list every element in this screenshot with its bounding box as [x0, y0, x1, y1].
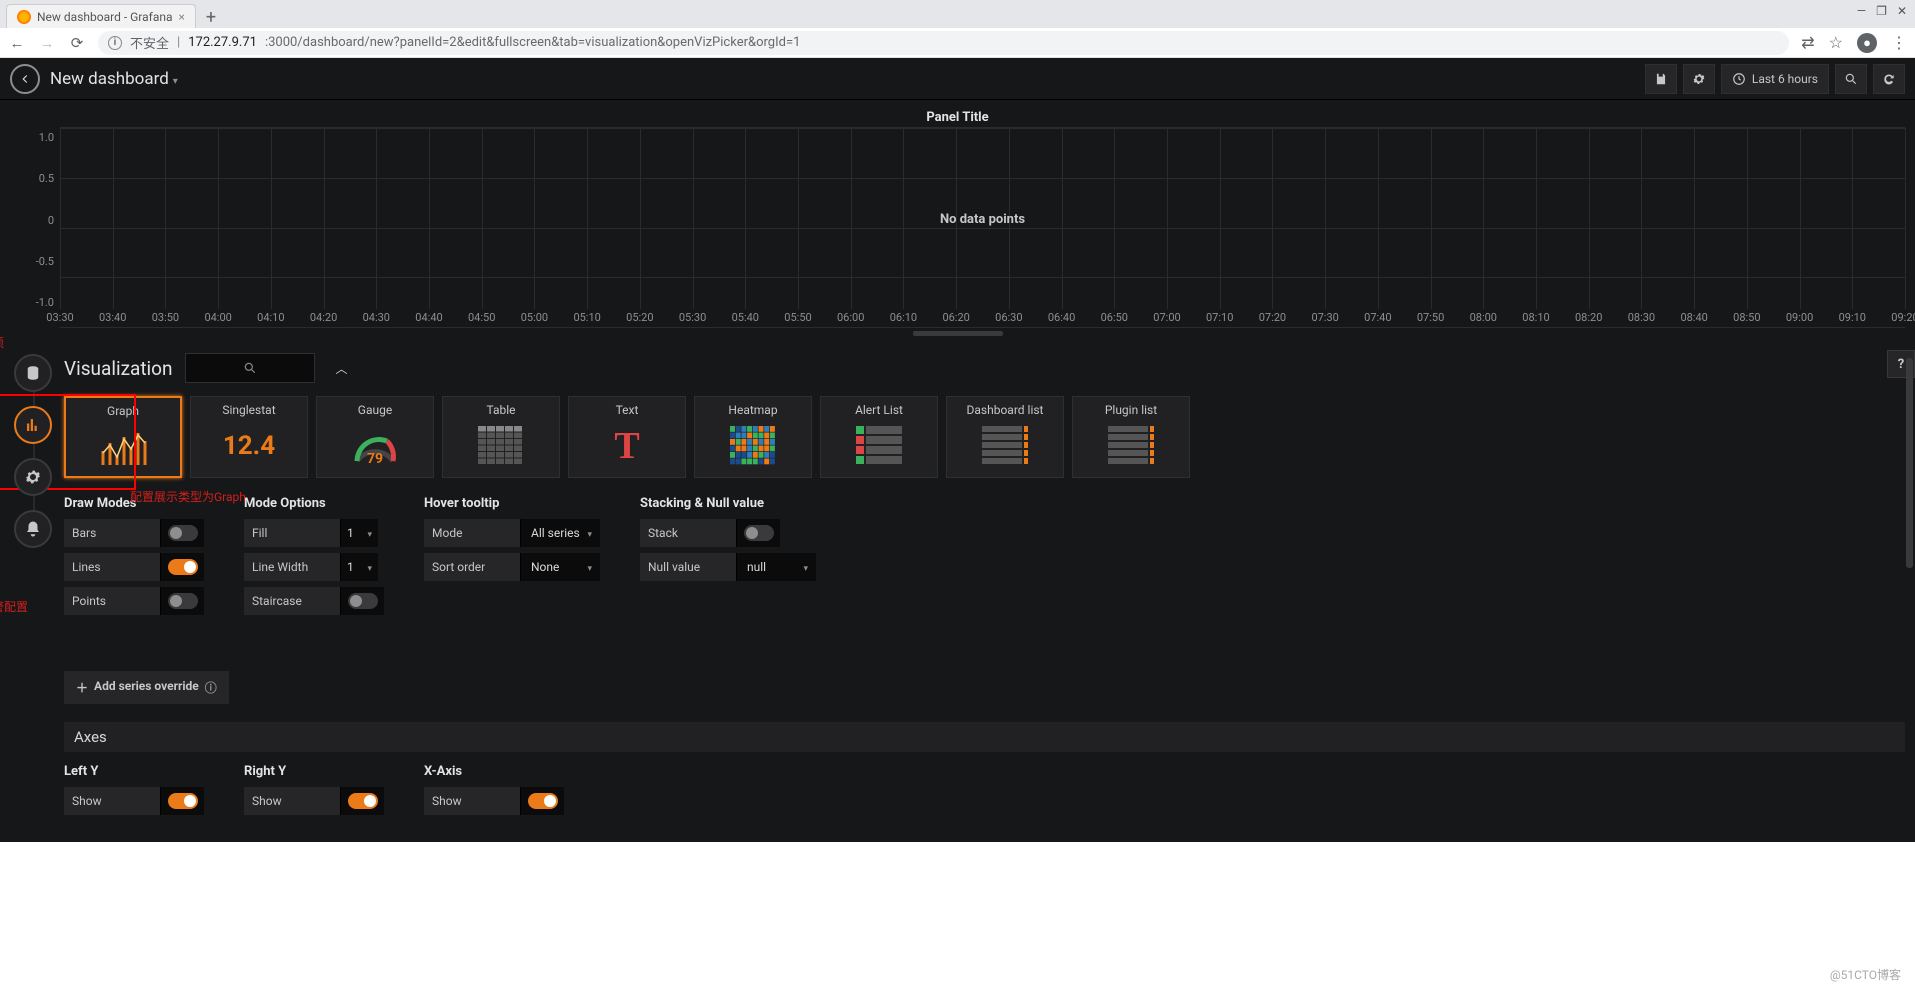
bookmark-icon[interactable]: ☆ [1829, 33, 1843, 52]
url-rest: :3000/dashboard/new?panelId=2&edit&fulls… [265, 35, 800, 50]
time-range-button[interactable]: Last 6 hours [1721, 64, 1829, 94]
lefty-show-switch[interactable] [168, 793, 198, 809]
viz-option-gauge[interactable]: Gauge79 [316, 396, 434, 478]
axes-header: Axes [64, 722, 1905, 752]
settings-button[interactable] [1683, 64, 1715, 94]
vertical-scrollbar[interactable] [1906, 358, 1913, 568]
panel-title[interactable]: Panel Title [10, 106, 1905, 127]
fill-select[interactable]: 1 [340, 519, 378, 547]
righty-show-switch[interactable] [348, 793, 378, 809]
xaxis-show-switch[interactable] [528, 793, 558, 809]
viz-option-table[interactable]: Table [442, 396, 560, 478]
viz-option-heatmap[interactable]: Heatmap [694, 396, 812, 478]
editor-side-tabs [10, 348, 56, 548]
x-axis: 03:3003:4003:5004:0004:1004:2004:3004:40… [60, 311, 1905, 327]
browser-toolbar: ← → ⟳ i 不安全 | 172.27.9.71:3000/dashboard… [0, 28, 1915, 58]
window-controls: — ❐ ✕ [1857, 4, 1907, 18]
points-switch[interactable] [168, 593, 198, 609]
tab-queries[interactable] [14, 354, 52, 392]
profile-avatar-icon[interactable]: ● [1857, 33, 1877, 53]
hover-tooltip-group: Hover tooltip ModeAll series Sort orderN… [424, 496, 600, 621]
viz-option-text[interactable]: TextT [568, 396, 686, 478]
viz-option-plugin-list[interactable]: Plugin list [1072, 396, 1190, 478]
dashboard-topbar: New dashboard Last 6 hours [0, 58, 1915, 100]
address-bar[interactable]: i 不安全 | 172.27.9.71:3000/dashboard/new?p… [98, 31, 1789, 55]
viz-option-singlestat[interactable]: Singlestat12.4 [190, 396, 308, 478]
site-info-icon[interactable]: i [108, 36, 122, 50]
chart: 1.00.50-0.5-1.0 No data points 03:3003:4… [10, 127, 1905, 327]
watermark: @51CTO博客 [1830, 966, 1901, 983]
back-button[interactable] [10, 64, 40, 94]
url-host: 172.27.9.71 [188, 35, 257, 50]
forward-icon[interactable]: → [38, 34, 56, 52]
viz-picker: GraphSinglestat12.4Gauge79TableTextTHeat… [64, 396, 1905, 478]
grafana-app: New dashboard Last 6 hours Panel Title 1… [0, 58, 1915, 842]
resize-handle[interactable] [913, 331, 1003, 336]
staircase-switch[interactable] [348, 593, 378, 609]
tab-title: New dashboard - Grafana [37, 10, 173, 24]
browser-tab-strip: New dashboard - Grafana × + — ❐ ✕ [0, 0, 1915, 28]
tab-alert[interactable] [14, 510, 52, 548]
bars-switch[interactable] [168, 525, 198, 541]
stack-switch[interactable] [744, 525, 774, 541]
favicon-icon [17, 10, 31, 24]
linewidth-select[interactable]: 1 [340, 553, 378, 581]
save-button[interactable] [1645, 64, 1677, 94]
window-minimize-button[interactable]: — [1857, 4, 1866, 18]
zoom-out-button[interactable] [1835, 64, 1867, 94]
plot-area[interactable]: No data points 03:3003:4003:5004:0004:10… [60, 127, 1905, 327]
stacking-group: Stacking & Null value Stack Null valuenu… [640, 496, 816, 621]
nullvalue-select[interactable]: null [736, 553, 816, 581]
info-icon: ⓘ [205, 679, 217, 696]
no-data-label: No data points [60, 212, 1905, 227]
viz-search-input[interactable] [185, 353, 315, 383]
y-axis: 1.00.50-0.5-1.0 [10, 127, 60, 327]
back-icon[interactable]: ← [8, 34, 26, 52]
hover-sort-select[interactable]: None [520, 553, 600, 581]
panel-editor: Visualization ︿ ? GraphSinglestat12.4Gau… [0, 348, 1915, 835]
collapse-icon[interactable]: ︿ [327, 360, 357, 377]
lines-switch[interactable] [168, 559, 198, 575]
dashboard-title[interactable]: New dashboard [50, 69, 178, 89]
window-maximize-button[interactable]: ❐ [1876, 4, 1887, 18]
plus-icon: ＋ [76, 679, 88, 696]
annotation-text-viz: 配置展示类型为Graph [130, 488, 246, 505]
draw-modes-group: Draw Modes Bars Lines Points [64, 496, 204, 621]
tab-visualization[interactable] [14, 406, 52, 444]
viz-option-alert-list[interactable]: Alert List [820, 396, 938, 478]
reload-icon[interactable]: ⟳ [68, 34, 86, 52]
refresh-button[interactable] [1873, 64, 1905, 94]
section-header: Visualization ︿ ? [64, 348, 1905, 388]
add-series-override-button[interactable]: ＋ Add series override ⓘ [64, 671, 229, 704]
hover-mode-select[interactable]: All series [520, 519, 600, 547]
not-secure-label: 不安全 [130, 33, 169, 52]
svg-text:79: 79 [367, 451, 383, 467]
kebab-menu-icon[interactable]: ⋮ [1891, 33, 1907, 52]
new-tab-button[interactable]: + [200, 6, 222, 28]
viz-option-graph[interactable]: Graph [64, 396, 182, 478]
mode-options-group: Mode Options Fill1 Line Width1 Staircase [244, 496, 384, 621]
tab-general[interactable] [14, 458, 52, 496]
annotation-text-alert: 告警配置 [0, 598, 28, 615]
tab-close-icon[interactable]: × [179, 10, 185, 24]
section-title: Visualization [64, 357, 173, 380]
time-range-label: Last 6 hours [1752, 72, 1818, 86]
translate-icon[interactable]: ⇄ [1801, 33, 1814, 52]
browser-tab[interactable]: New dashboard - Grafana × [6, 4, 196, 28]
panel-area: Panel Title 1.00.50-0.5-1.0 No data poin… [0, 100, 1915, 348]
annotation-text-queries: 配置查询项 [0, 334, 4, 351]
viz-option-dashboard-list[interactable]: Dashboard list [946, 396, 1064, 478]
window-close-button[interactable]: ✕ [1897, 4, 1907, 18]
